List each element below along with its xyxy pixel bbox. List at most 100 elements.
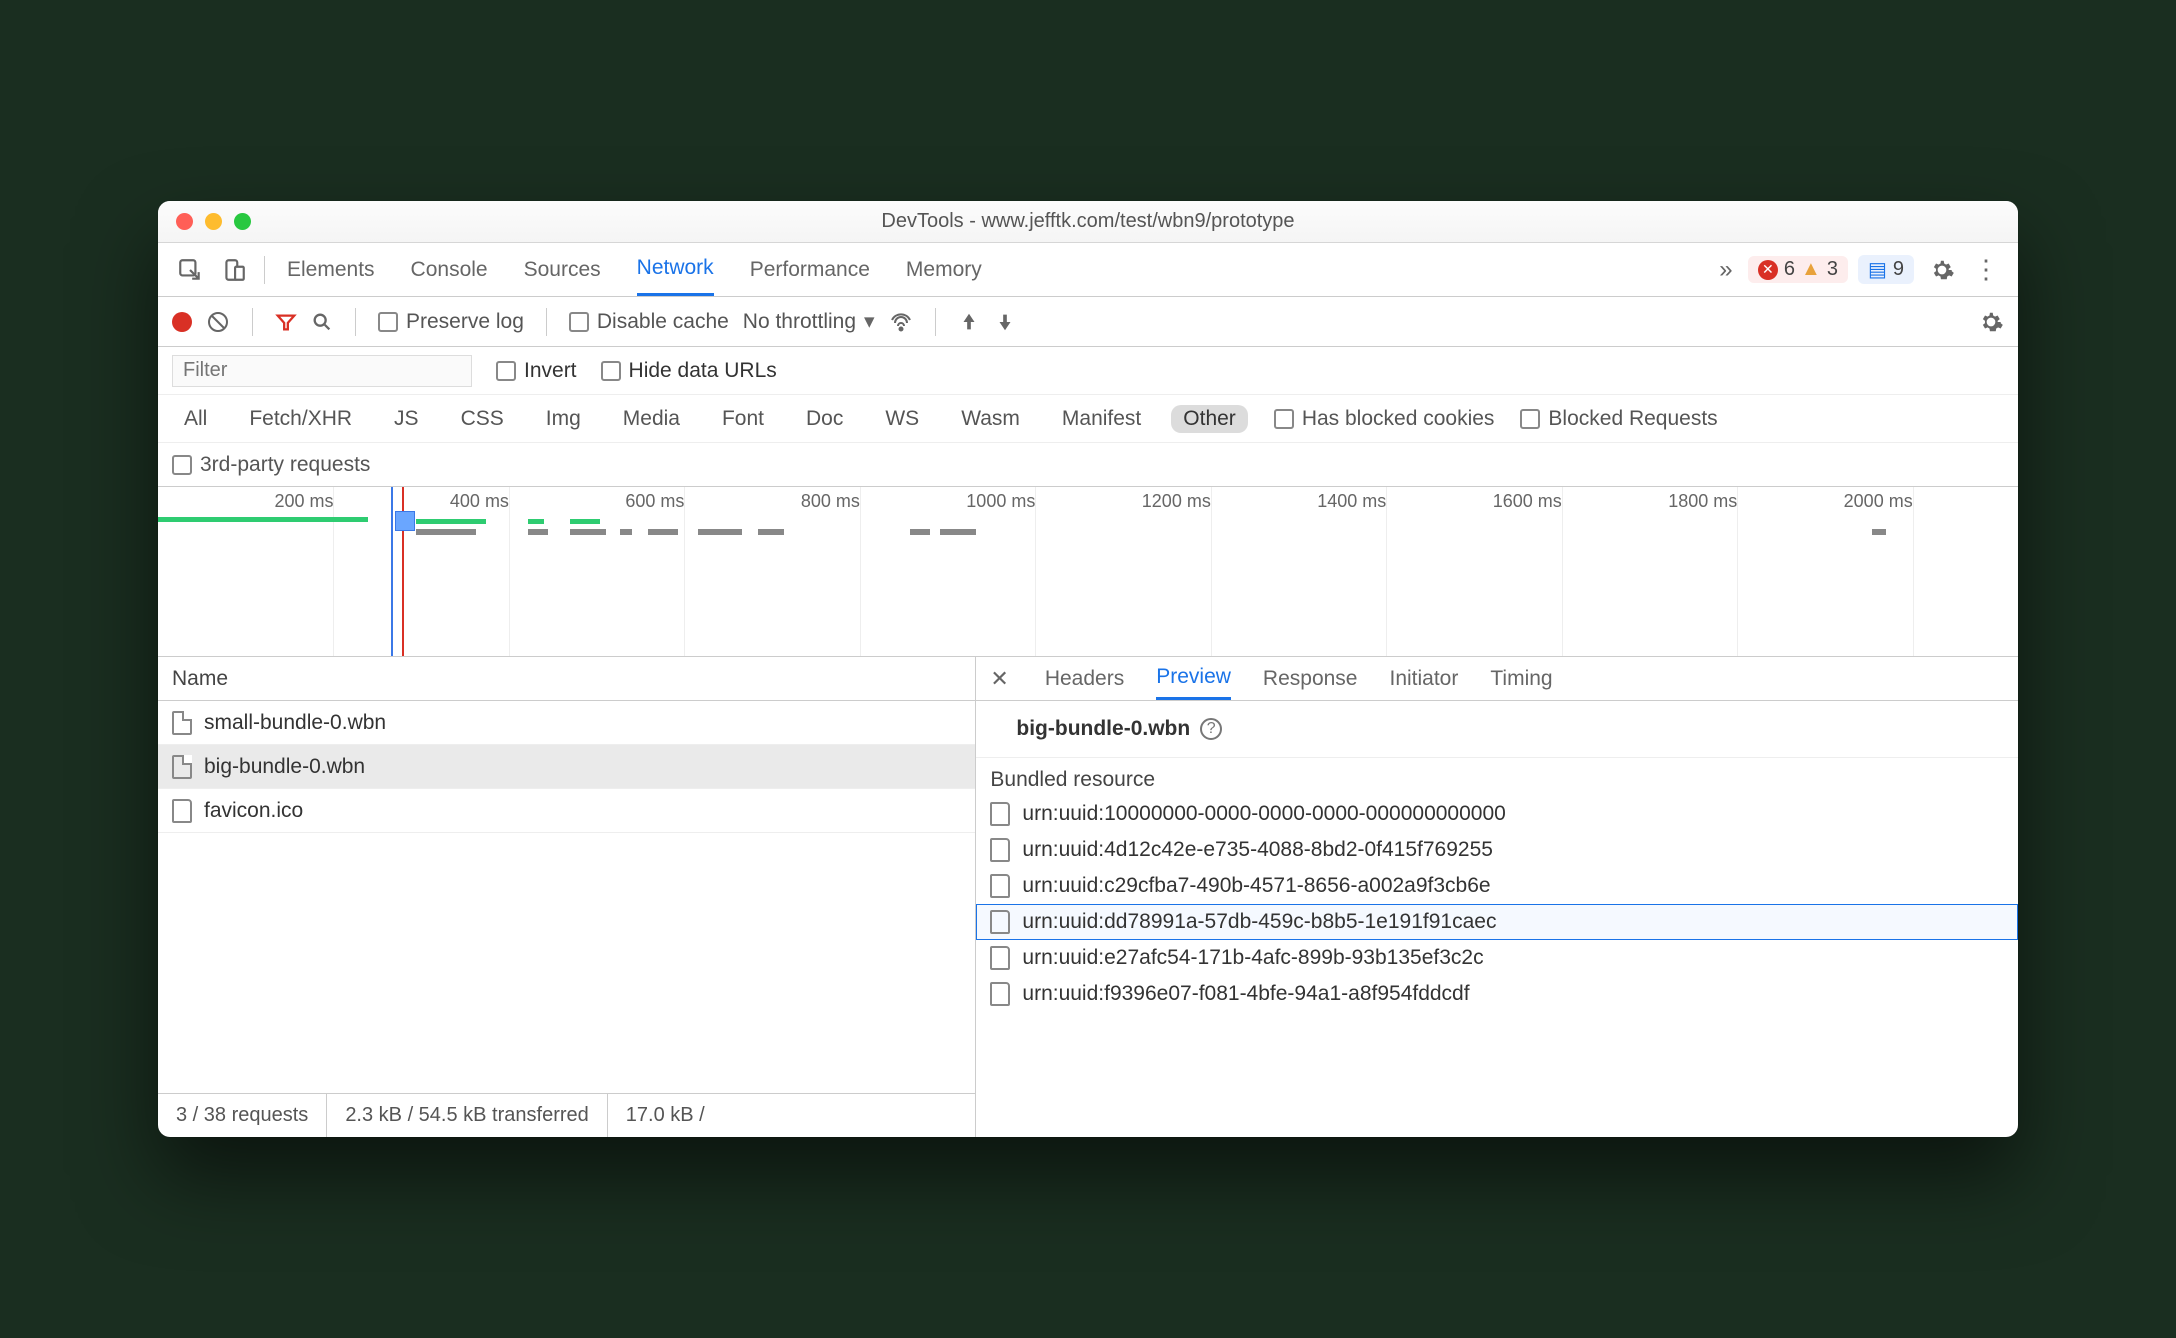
timeline-tick: 1400 ms bbox=[1317, 491, 1386, 512]
request-row[interactable]: favicon.ico bbox=[158, 789, 975, 833]
tab-performance[interactable]: Performance bbox=[750, 243, 870, 296]
separator bbox=[546, 308, 547, 336]
window-title: DevTools - www.jefftk.com/test/wbn9/prot… bbox=[158, 210, 2018, 233]
download-har-icon[interactable] bbox=[994, 311, 1016, 333]
zoom-window-button[interactable] bbox=[234, 213, 251, 230]
bundled-resource-row[interactable]: urn:uuid:4d12c42e-e735-4088-8bd2-0f415f7… bbox=[976, 832, 2018, 868]
status-bar: 3 / 38 requests 2.3 kB / 54.5 kB transfe… bbox=[158, 1093, 975, 1137]
warning-icon: ▲ bbox=[1801, 260, 1821, 280]
request-row[interactable]: big-bundle-0.wbn bbox=[158, 745, 975, 789]
clear-icon[interactable] bbox=[206, 310, 230, 334]
request-name: big-bundle-0.wbn bbox=[204, 755, 365, 779]
type-css[interactable]: CSS bbox=[449, 405, 516, 433]
type-ws[interactable]: WS bbox=[873, 405, 931, 433]
type-font[interactable]: Font bbox=[710, 405, 776, 433]
upload-har-icon[interactable] bbox=[958, 311, 980, 333]
type-other[interactable]: Other bbox=[1171, 405, 1248, 433]
type-wasm[interactable]: Wasm bbox=[949, 405, 1032, 433]
timeline-tick: 1800 ms bbox=[1668, 491, 1737, 512]
issue-counters: ✕ 6 ▲ 3 ▤ 9 bbox=[1748, 255, 1914, 284]
resource-urn: urn:uuid:10000000-0000-0000-0000-0000000… bbox=[1022, 802, 1505, 826]
status-resources: 17.0 kB / bbox=[608, 1094, 723, 1137]
close-window-button[interactable] bbox=[176, 213, 193, 230]
separator bbox=[355, 308, 356, 336]
separator bbox=[264, 256, 265, 284]
help-icon[interactable]: ? bbox=[1200, 718, 1222, 740]
close-detail-icon[interactable]: ✕ bbox=[990, 666, 1008, 692]
tab-elements[interactable]: Elements bbox=[287, 243, 375, 296]
request-list-panel: Name small-bundle-0.wbn big-bundle-0.wbn f… bbox=[158, 657, 976, 1137]
devtools-window: DevTools - www.jefftk.com/test/wbn9/prot… bbox=[158, 201, 2018, 1137]
detail-title: big-bundle-0.wbn bbox=[1016, 717, 1190, 741]
message-count: 9 bbox=[1893, 258, 1904, 281]
detail-title-row: big-bundle-0.wbn ? bbox=[976, 701, 2018, 758]
type-fetchxhr[interactable]: Fetch/XHR bbox=[237, 405, 364, 433]
toolbar-settings-icon[interactable] bbox=[1978, 309, 2004, 335]
file-icon bbox=[990, 982, 1010, 1006]
type-media[interactable]: Media bbox=[611, 405, 692, 433]
messages-badge[interactable]: ▤ 9 bbox=[1858, 255, 1914, 284]
bundled-resource-row[interactable]: urn:uuid:f9396e07-f081-4bfe-94a1-a8f954f… bbox=[976, 976, 2018, 1012]
type-js[interactable]: JS bbox=[382, 405, 431, 433]
hide-data-urls-checkbox[interactable]: Hide data URLs bbox=[601, 359, 777, 383]
bundled-resource-header: Bundled resource bbox=[976, 758, 2018, 796]
request-row[interactable]: small-bundle-0.wbn bbox=[158, 701, 975, 745]
detail-tab-headers[interactable]: Headers bbox=[1045, 657, 1124, 700]
request-name: small-bundle-0.wbn bbox=[204, 711, 386, 735]
error-count: 6 bbox=[1784, 258, 1795, 281]
file-icon bbox=[990, 910, 1010, 934]
device-toggle-icon[interactable] bbox=[212, 257, 256, 283]
bundled-resource-row[interactable]: urn:uuid:10000000-0000-0000-0000-0000000… bbox=[976, 796, 2018, 832]
detail-tab-response[interactable]: Response bbox=[1263, 657, 1358, 700]
error-icon: ✕ bbox=[1758, 260, 1778, 280]
type-all[interactable]: All bbox=[172, 405, 219, 433]
separator bbox=[935, 308, 936, 336]
network-conditions-icon[interactable] bbox=[889, 310, 913, 334]
preserve-log-checkbox[interactable]: Preserve log bbox=[378, 310, 524, 334]
detail-tab-timing[interactable]: Timing bbox=[1490, 657, 1552, 700]
filter-icon[interactable] bbox=[275, 311, 297, 333]
resource-urn: urn:uuid:4d12c42e-e735-4088-8bd2-0f415f7… bbox=[1022, 838, 1493, 862]
minimize-window-button[interactable] bbox=[205, 213, 222, 230]
timeline-tick: 200 ms bbox=[274, 491, 333, 512]
timeline-tick: 1200 ms bbox=[1142, 491, 1211, 512]
request-name: favicon.ico bbox=[204, 799, 303, 823]
bundled-resource-row[interactable]: urn:uuid:c29cfba7-490b-4571-8656-a002a9f… bbox=[976, 868, 2018, 904]
search-icon[interactable] bbox=[311, 311, 333, 333]
invert-checkbox[interactable]: Invert bbox=[496, 359, 577, 383]
file-icon bbox=[172, 711, 192, 735]
warning-count: 3 bbox=[1827, 258, 1838, 281]
tab-sources[interactable]: Sources bbox=[524, 243, 601, 296]
settings-icon[interactable] bbox=[1920, 257, 1964, 283]
blocked-cookies-checkbox[interactable]: Has blocked cookies bbox=[1274, 407, 1495, 431]
throttling-select[interactable]: No throttling ▾ bbox=[743, 309, 875, 334]
detail-tab-initiator[interactable]: Initiator bbox=[1389, 657, 1458, 700]
resource-urn: urn:uuid:c29cfba7-490b-4571-8656-a002a9f… bbox=[1022, 874, 1490, 898]
type-doc[interactable]: Doc bbox=[794, 405, 855, 433]
kebab-icon[interactable]: ⋮ bbox=[1964, 254, 2008, 285]
tab-network[interactable]: Network bbox=[637, 243, 714, 296]
inspect-icon[interactable] bbox=[168, 257, 212, 283]
type-manifest[interactable]: Manifest bbox=[1050, 405, 1153, 433]
chevron-down-icon: ▾ bbox=[864, 309, 875, 334]
file-icon bbox=[172, 799, 192, 823]
third-party-checkbox[interactable]: 3rd-party requests bbox=[172, 453, 370, 477]
filter-row: Invert Hide data URLs bbox=[158, 347, 2018, 395]
resource-urn: urn:uuid:dd78991a-57db-459c-b8b5-1e191f9… bbox=[1022, 910, 1496, 934]
tab-memory[interactable]: Memory bbox=[906, 243, 982, 296]
timeline-overview[interactable]: 200 ms400 ms600 ms800 ms1000 ms1200 ms14… bbox=[158, 487, 2018, 657]
timeline-tick: 1000 ms bbox=[966, 491, 1035, 512]
record-button[interactable] bbox=[172, 312, 192, 332]
bundled-resource-row[interactable]: urn:uuid:dd78991a-57db-459c-b8b5-1e191f9… bbox=[976, 904, 2018, 940]
bundled-resource-row[interactable]: urn:uuid:e27afc54-171b-4afc-899b-93b135e… bbox=[976, 940, 2018, 976]
detail-tab-preview[interactable]: Preview bbox=[1156, 657, 1231, 700]
name-column-header[interactable]: Name bbox=[158, 657, 975, 701]
filter-input[interactable] bbox=[172, 355, 472, 387]
tab-console[interactable]: Console bbox=[411, 243, 488, 296]
error-badge[interactable]: ✕ 6 ▲ 3 bbox=[1748, 256, 1848, 283]
timeline-tick: 800 ms bbox=[801, 491, 860, 512]
blocked-requests-checkbox[interactable]: Blocked Requests bbox=[1520, 407, 1717, 431]
tabs-overflow-button[interactable]: » bbox=[1704, 256, 1748, 284]
type-img[interactable]: Img bbox=[534, 405, 593, 433]
disable-cache-checkbox[interactable]: Disable cache bbox=[569, 310, 729, 334]
